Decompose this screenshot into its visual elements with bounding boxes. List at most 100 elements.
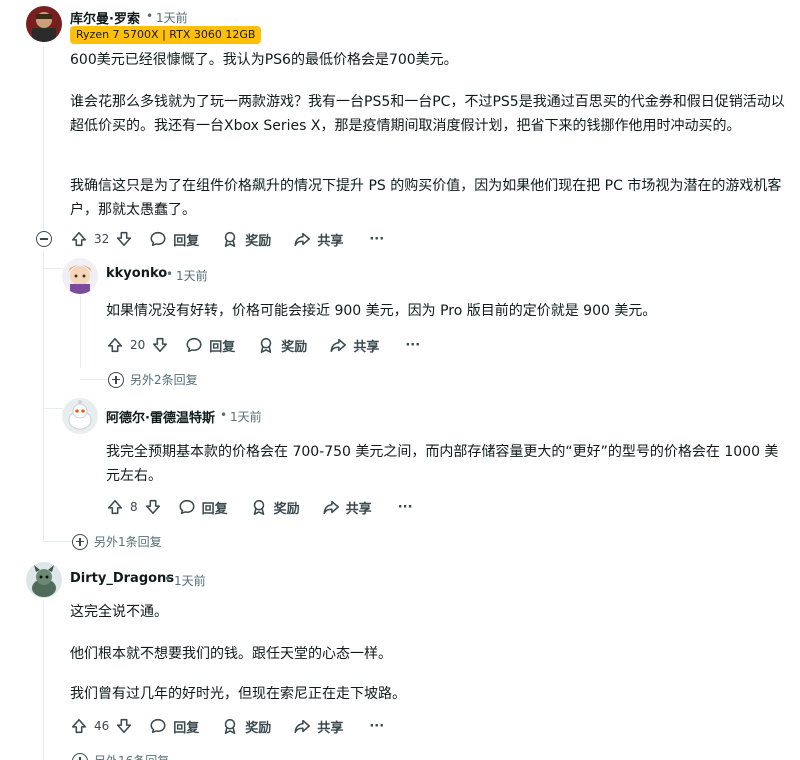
downvote-button[interactable] bbox=[115, 230, 133, 248]
share-icon bbox=[293, 717, 311, 735]
share-button[interactable]: 共享 bbox=[293, 717, 343, 736]
thread-line[interactable] bbox=[80, 296, 81, 368]
expand-icon bbox=[108, 371, 124, 388]
avatar[interactable] bbox=[26, 6, 62, 42]
username[interactable]: 库尔曼·罗索 bbox=[70, 8, 140, 27]
timestamp[interactable]: 1天前 bbox=[174, 572, 206, 589]
share-icon bbox=[329, 336, 347, 354]
award-icon bbox=[250, 498, 268, 516]
upvote-button[interactable] bbox=[70, 230, 88, 248]
downvote-icon bbox=[115, 717, 133, 735]
reply-button[interactable]: 回复 bbox=[185, 336, 235, 355]
award-button[interactable]: 奖励 bbox=[257, 336, 307, 355]
thread-line[interactable] bbox=[43, 250, 44, 540]
thread-connector bbox=[43, 408, 63, 409]
share-label: 共享 bbox=[345, 501, 372, 517]
more-replies-label: 另外1条回复 bbox=[94, 535, 162, 549]
more-options-button[interactable]: ··· bbox=[369, 232, 384, 247]
thread-line[interactable] bbox=[43, 46, 44, 230]
downvote-icon bbox=[115, 230, 133, 248]
more-replies-link[interactable]: 另外1条回复 bbox=[72, 533, 162, 550]
comment-paragraph: 这完全说不通。 bbox=[70, 604, 168, 620]
share-button[interactable]: 共享 bbox=[329, 336, 379, 355]
thread-connector bbox=[43, 541, 73, 542]
reply-actions: 8 回复 奖励 共享 ··· bbox=[106, 495, 413, 519]
more-options-button[interactable]: ··· bbox=[369, 719, 384, 734]
reply-actions: 20 回复 奖励 共享 ··· bbox=[106, 333, 420, 357]
upvote-icon bbox=[106, 498, 124, 516]
comment-actions: 32 回复 奖励 共享 ··· bbox=[70, 227, 384, 251]
username[interactable]: Dirty_Dragons bbox=[70, 571, 174, 586]
award-icon bbox=[257, 336, 275, 354]
upvote-icon bbox=[106, 336, 124, 354]
share-label: 共享 bbox=[353, 339, 380, 355]
award-icon bbox=[221, 717, 239, 735]
share-button[interactable]: 共享 bbox=[322, 498, 372, 517]
more-options-button[interactable]: ··· bbox=[398, 500, 413, 515]
downvote-button[interactable] bbox=[144, 498, 162, 516]
comment-paragraph: 600美元已经很慷慨了。我认为PS6的最低价格会是700美元。 bbox=[70, 52, 458, 68]
upvote-button[interactable] bbox=[106, 498, 124, 516]
expand-icon bbox=[72, 752, 88, 760]
reply-label: 回复 bbox=[209, 339, 236, 355]
avatar[interactable] bbox=[62, 258, 98, 294]
downvote-icon bbox=[151, 336, 169, 354]
comment-actions: 46 回复 奖励 共享 ··· bbox=[70, 714, 384, 738]
vote-count: 32 bbox=[94, 232, 110, 246]
username[interactable]: kkyonko bbox=[106, 266, 167, 281]
avatar[interactable] bbox=[26, 562, 62, 598]
more-options-label: ··· bbox=[369, 718, 385, 734]
reply-button[interactable]: 回复 bbox=[149, 230, 199, 249]
award-icon bbox=[221, 230, 239, 248]
award-label: 奖励 bbox=[281, 339, 308, 355]
reply-text: 我完全预期基本款的价格会在 700-750 美元之间，而内部存储容量更大的“更好… bbox=[106, 444, 779, 484]
more-replies-label: 另外16条回复 bbox=[94, 752, 169, 760]
more-options-button[interactable]: ··· bbox=[405, 338, 420, 353]
reply-button[interactable]: 回复 bbox=[149, 717, 199, 736]
award-label: 奖励 bbox=[245, 233, 272, 249]
award-button[interactable]: 奖励 bbox=[250, 498, 300, 517]
share-label: 共享 bbox=[317, 720, 344, 736]
timestamp[interactable]: 1天前 bbox=[156, 9, 188, 26]
comment-paragraph: 我确信这只是为了在组件价格飙升的情况下提升 PS 的购买价值，因为如果他们现在把… bbox=[70, 178, 782, 218]
reply-label: 回复 bbox=[201, 501, 228, 517]
timestamp[interactable]: 1天前 bbox=[176, 267, 208, 284]
expand-icon bbox=[72, 533, 88, 550]
reply-icon bbox=[149, 717, 167, 735]
award-button[interactable]: 奖励 bbox=[221, 717, 271, 736]
thread-connector bbox=[43, 268, 63, 269]
comment-paragraph: 谁会花那么多钱就为了玩一两款游戏？我有一台PS5和一台PC，不过PS5是我通过百… bbox=[70, 94, 785, 134]
time-separator: • bbox=[146, 9, 154, 23]
more-replies-link[interactable]: 另外2条回复 bbox=[108, 371, 198, 388]
thread-connector bbox=[80, 379, 108, 380]
time-separator: • bbox=[220, 408, 228, 422]
collapse-icon[interactable] bbox=[36, 231, 52, 247]
more-replies-label: 另外2条回复 bbox=[130, 373, 198, 387]
vote-count: 8 bbox=[130, 500, 138, 514]
reply-text: 如果情况没有好转，价格可能会接近 900 美元，因为 Pro 版目前的定价就是 … bbox=[106, 303, 657, 319]
downvote-button[interactable] bbox=[151, 336, 169, 354]
share-label: 共享 bbox=[317, 233, 344, 249]
more-options-label: ··· bbox=[369, 231, 385, 247]
vote-count: 20 bbox=[130, 338, 146, 352]
upvote-button[interactable] bbox=[70, 717, 88, 735]
upvote-icon bbox=[70, 717, 88, 735]
more-options-label: ··· bbox=[405, 337, 421, 353]
user-flair: Ryzen 7 5700X | RTX 3060 12GB bbox=[70, 26, 262, 44]
upvote-icon bbox=[70, 230, 88, 248]
reply-button[interactable]: 回复 bbox=[178, 498, 228, 517]
share-button[interactable]: 共享 bbox=[293, 230, 343, 249]
avatar[interactable] bbox=[62, 398, 98, 434]
timestamp[interactable]: 1天前 bbox=[230, 408, 262, 425]
vote-count: 46 bbox=[94, 719, 110, 733]
thread-line[interactable] bbox=[43, 600, 44, 760]
upvote-button[interactable] bbox=[106, 336, 124, 354]
reply-icon bbox=[149, 230, 167, 248]
comment-paragraph: 他们根本就不想要我们的钱。跟任天堂的心态一样。 bbox=[70, 646, 392, 662]
reply-icon bbox=[178, 498, 196, 516]
award-button[interactable]: 奖励 bbox=[221, 230, 271, 249]
downvote-icon bbox=[144, 498, 162, 516]
username[interactable]: 阿德尔·雷德温特斯 bbox=[106, 407, 215, 426]
more-replies-link[interactable]: 另外16条回复 bbox=[72, 752, 169, 760]
downvote-button[interactable] bbox=[115, 717, 133, 735]
